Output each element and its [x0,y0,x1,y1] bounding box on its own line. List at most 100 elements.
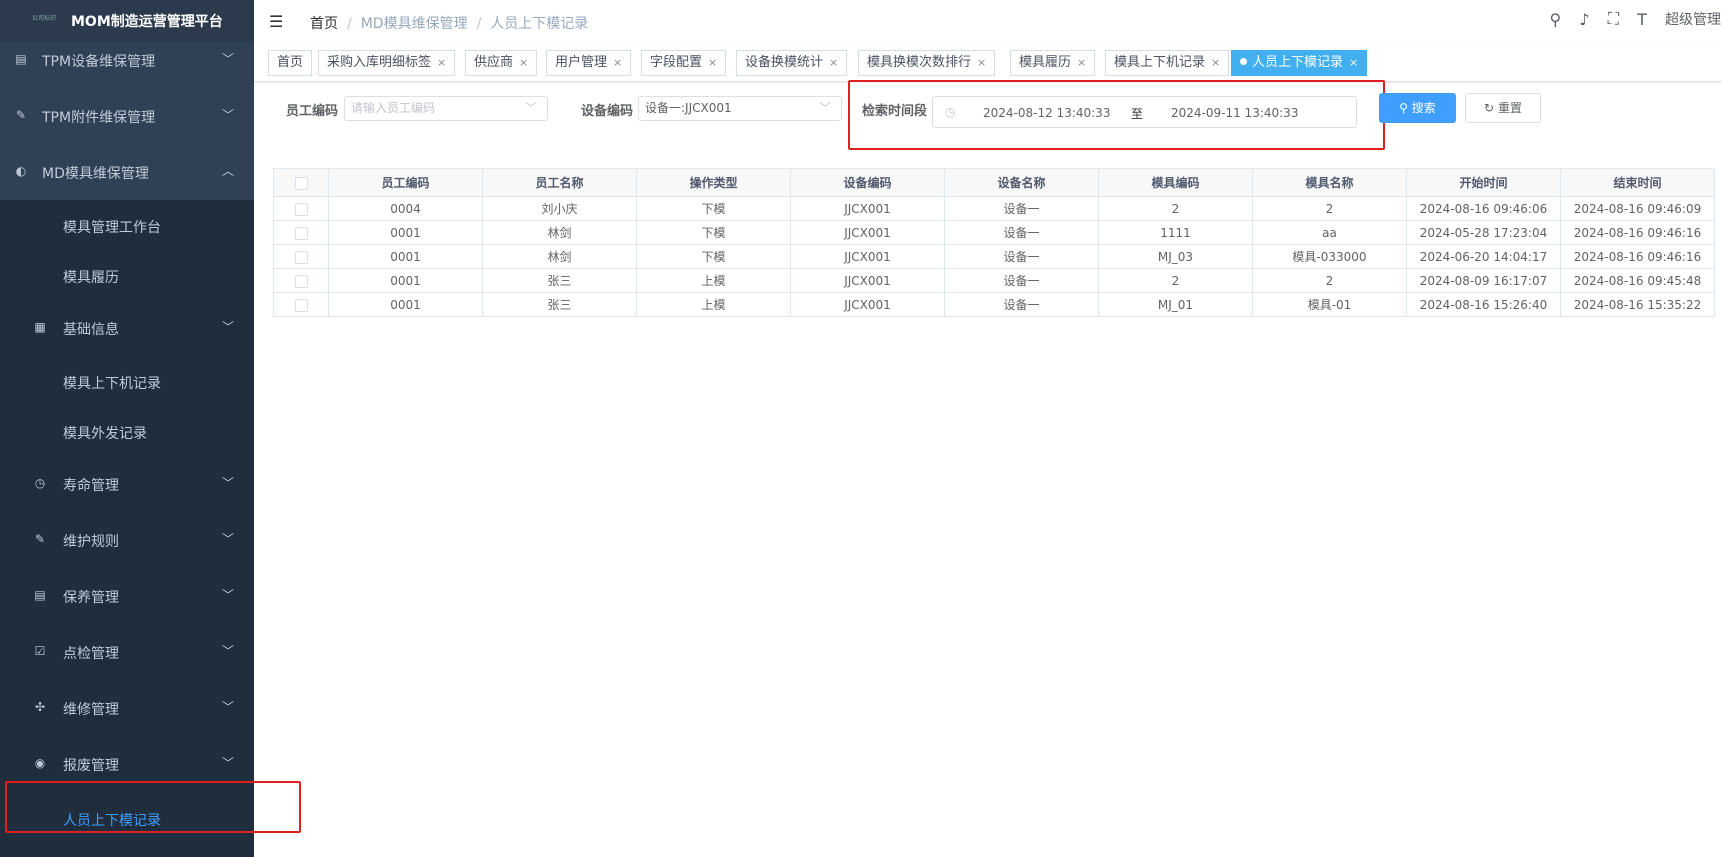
sidebar-item-tpm-accessory[interactable]: ✎ TPM附件维保管理 ﹀ [0,88,254,144]
table-cell: 2024-08-09 16:17:07 [1406,268,1561,293]
column-header: 设备名称 [944,168,1099,197]
table-cell: 下模 [636,196,791,221]
row-checkbox[interactable] [273,292,329,317]
checkbox-icon[interactable] [294,202,308,216]
table-row[interactable]: 0001 林剑 下模 JJCX001 设备一 MJ_03 模具-033000 2… [273,244,1715,269]
table-row[interactable]: 0004 刘小庆 下模 JJCX001 设备一 2 2 2024-08-16 0… [273,196,1715,221]
table-cell: 0001 [328,244,483,269]
checkbox-icon[interactable] [294,298,308,312]
close-icon[interactable]: × [519,56,528,69]
emp-code-label: 员工编码 [286,104,339,119]
table-cell: JJCX001 [790,196,945,221]
puzzle-icon: ✣ [34,700,46,714]
checkbox-icon[interactable] [294,250,308,264]
tag-mold-updown[interactable]: 模具上下机记录 × [1105,50,1230,76]
tag-label: 人员上下模记录 [1252,55,1344,70]
checkbox-icon[interactable] [294,274,308,288]
bell-icon[interactable]: ♪ [1579,10,1589,29]
table-cell: 2 [1252,268,1407,293]
sidebar-item-label: 基础信息 [63,322,119,338]
sidebar-item-life[interactable]: ◷ 寿命管理 ﹀ [0,456,254,512]
breadcrumb-item[interactable]: MD模具维保管理 [361,16,468,32]
user-name[interactable]: 超级管理 [1665,9,1721,29]
tag-device-mold-stats[interactable]: 设备换模统计 × [736,50,848,76]
checkbox-icon[interactable] [294,226,308,240]
close-icon[interactable]: × [1349,56,1358,69]
sidebar-item-repair[interactable]: ✣ 维修管理 ﹀ [0,680,254,736]
sidebar-item-outsource[interactable]: 模具外发记录 [0,406,254,456]
table-cell: 2024-08-16 09:46:09 [1560,196,1715,221]
sidebar-item-workbench[interactable]: 模具管理工作台 [0,200,254,250]
tag-mold-change-rank[interactable]: 模具换模次数排行 × [858,50,996,76]
fullscreen-icon[interactable]: ⛶ [1608,9,1619,29]
tag-field-config[interactable]: 字段配置 × [641,50,727,76]
table-cell: 上模 [636,268,791,293]
device-code-select[interactable]: 设备一:JJCX001 ﹀ [638,96,842,121]
row-checkbox[interactable] [273,220,329,245]
table-row[interactable]: 0001 张三 上模 JJCX001 设备一 2 2 2024-08-09 16… [273,268,1715,293]
row-checkbox[interactable] [273,244,329,269]
table-cell: 2024-08-16 15:35:22 [1560,292,1715,317]
checkbox-icon[interactable] [294,176,308,190]
sidebar-item-tpm-device[interactable]: ▤ TPM设备维保管理 ﹀ [0,32,254,88]
emp-code-select[interactable]: 请输入员工编码 ﹀ [344,96,548,121]
search-icon[interactable]: ⚲ [1550,10,1562,29]
close-icon[interactable]: × [708,56,717,69]
close-icon[interactable]: × [829,56,838,69]
table-row[interactable]: 0001 张三 上模 JJCX001 设备一 MJ_01 模具-01 2024-… [273,292,1715,317]
table-cell: 2024-08-16 09:46:16 [1560,220,1715,245]
grid-icon: ▦ [34,320,46,334]
device-code-label: 设备编码 [581,104,634,119]
sidebar-item-md-mold[interactable]: ◐ MD模具维保管理 ︿ [0,144,254,200]
chevron-down-icon: ﹀ [221,532,234,546]
sidebar-item-maint[interactable]: ▤ 保养管理 ﹀ [0,568,254,624]
sidebar-item-basic[interactable]: ▦ 基础信息 ﹀ [0,300,254,356]
sidebar-item-label: 模具管理工作台 [63,220,161,236]
chevron-down-icon: ﹀ [221,476,234,490]
record-icon: ◉ [34,756,46,770]
column-header: 操作类型 [636,168,791,197]
breadcrumb-item[interactable]: 首页 [310,16,338,32]
tag-person-record[interactable]: 人员上下模记录 × [1231,50,1368,76]
table-row[interactable]: 0001 林剑 下模 JJCX001 设备一 1111 aa 2024-05-2… [273,220,1715,245]
header-tools: ⚲ ♪ ⛶ T 超级管理 [1536,9,1721,33]
close-icon[interactable]: × [613,56,622,69]
search-button[interactable]: ⚲ 搜索 [1379,93,1456,123]
select-all-checkbox[interactable] [273,168,329,197]
table-cell: 2 [1252,196,1407,221]
hamburger-icon[interactable]: ☰ [269,12,283,31]
tag-user-mgmt[interactable]: 用户管理 × [546,50,632,76]
table-cell: 0001 [328,268,483,293]
reset-button[interactable]: ↻ 重置 [1465,93,1541,123]
row-checkbox[interactable] [273,268,329,293]
table-cell: 设备一 [944,244,1099,269]
table-cell: 2 [1098,268,1253,293]
sidebar-item-history[interactable]: 模具履历 [0,250,254,300]
document-icon: ▤ [34,588,46,602]
palette-icon: ◐ [15,164,27,178]
chevron-down-icon: ﹀ [818,101,831,115]
sidebar-item-check[interactable]: ☑ 点检管理 ﹀ [0,624,254,680]
tag-label: 首页 [277,55,304,70]
sidebar-item-updown[interactable]: 模具上下机记录 [0,356,254,406]
table-cell: 2024-08-16 15:26:40 [1406,292,1561,317]
tag-home[interactable]: 首页 [268,50,313,76]
tag-supplier[interactable]: 供应商 × [465,50,538,76]
table-cell: 模具-033000 [1252,244,1407,269]
close-icon[interactable]: × [977,56,986,69]
close-icon[interactable]: × [1077,56,1086,69]
table-cell: 2024-08-16 09:46:06 [1406,196,1561,221]
chevron-down-icon: ﹀ [221,700,234,714]
tag-mold-history[interactable]: 模具履历 × [1010,50,1096,76]
font-size-icon[interactable]: T [1637,10,1647,29]
row-checkbox[interactable] [273,196,329,221]
sidebar-item-rules[interactable]: ✎ 维护规则 ﹀ [0,512,254,568]
sidebar-item-label: MD模具维保管理 [42,166,149,182]
sidebar-item-label: 保养管理 [63,590,119,606]
close-icon[interactable]: × [1211,56,1220,69]
close-icon[interactable]: × [437,56,446,69]
table-cell: 2024-06-20 14:04:17 [1406,244,1561,269]
table-cell: aa [1252,220,1407,245]
tag-purchase-label[interactable]: 采购入库明细标签 × [318,50,456,76]
refresh-icon: ↻ [1484,101,1495,115]
